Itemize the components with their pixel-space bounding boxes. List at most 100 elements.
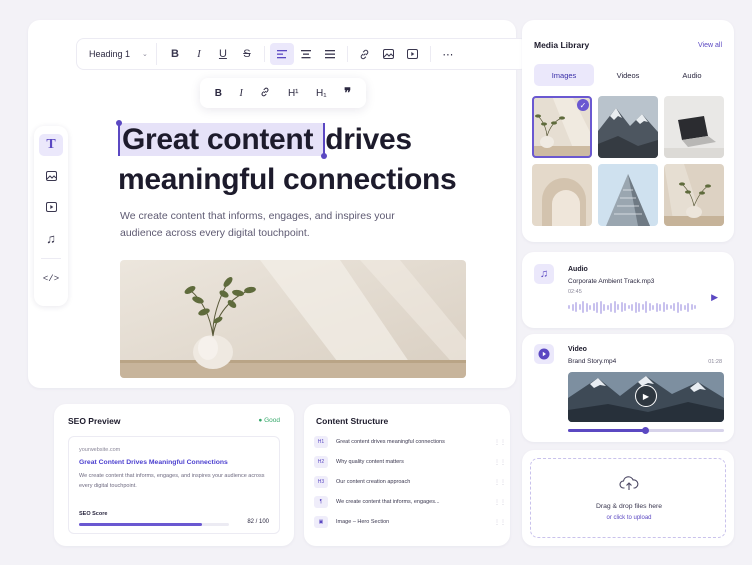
- headline-line-2: meaningful connections: [118, 163, 457, 196]
- heading-select[interactable]: Heading 1 ⌄: [83, 43, 157, 65]
- video-scrubber[interactable]: [642, 427, 649, 434]
- click-to-upload-link[interactable]: or click to upload: [531, 515, 727, 521]
- code-tool-button[interactable]: </>: [39, 268, 63, 290]
- selection-handle[interactable]: [116, 120, 122, 126]
- audio-duration: 02:45: [568, 289, 582, 295]
- waveform-bar: [596, 301, 598, 313]
- waveform-bar: [613, 301, 616, 313]
- view-all-link[interactable]: View all: [698, 42, 722, 49]
- waveform-bar: [585, 302, 588, 312]
- structure-text: Our content creation approach: [336, 479, 411, 485]
- content-structure-panel: Content Structure H1 Great content drives…: [304, 404, 510, 546]
- link-icon: [361, 49, 369, 59]
- tab-images[interactable]: Images: [534, 64, 594, 86]
- media-thumbnail-vase[interactable]: ✓: [532, 96, 592, 158]
- structure-tag: H1: [314, 436, 328, 448]
- video-title: Video: [568, 346, 587, 353]
- waveform-bar: [624, 303, 626, 311]
- structure-tag: H2: [314, 456, 328, 468]
- list-item[interactable]: H1 Great content drives meaningful connec…: [314, 432, 506, 452]
- align-right-button[interactable]: [318, 43, 342, 65]
- seo-score-label: SEO Score: [79, 511, 108, 517]
- inline-italic-button[interactable]: I: [240, 88, 243, 99]
- waveform-bar: [620, 302, 623, 312]
- strikethrough-button[interactable]: S: [235, 43, 259, 65]
- file-dropzone[interactable]: Drag & drop files here or click to uploa…: [530, 458, 726, 538]
- image-tool-button[interactable]: [39, 165, 63, 187]
- status-badge: ● Good: [258, 417, 280, 424]
- seo-score-fill: [79, 523, 202, 526]
- inline-heading-button[interactable]: H¹: [288, 88, 299, 99]
- media-thumbnail-laptop[interactable]: [664, 96, 724, 158]
- underline-button[interactable]: U: [211, 43, 235, 65]
- video-button[interactable]: [401, 43, 425, 65]
- seo-description: We create content that informs, engages,…: [79, 473, 265, 489]
- align-left-button[interactable]: [269, 43, 294, 65]
- bold-button[interactable]: B: [163, 43, 187, 65]
- content-structure-title: Content Structure: [316, 416, 389, 426]
- waveform-bar: [571, 303, 574, 311]
- page-subtext[interactable]: We create content that informs, engages,…: [120, 208, 420, 242]
- waveform-bar: [659, 303, 661, 311]
- video-play-button[interactable]: ▶: [635, 385, 657, 407]
- sidebar-divider: [41, 258, 61, 259]
- video-progress-bar[interactable]: [568, 427, 724, 434]
- audio-tool-button[interactable]: ♫: [39, 227, 63, 249]
- audio-waveform[interactable]: [568, 300, 696, 314]
- structure-tag: ¶: [314, 496, 328, 508]
- seo-preview-panel: SEO Preview ● Good yourwebsite.com Great…: [54, 404, 294, 546]
- page-headline[interactable]: Great content drives meaningful connecti…: [116, 120, 457, 200]
- structure-text: Image – Hero Section: [336, 519, 390, 525]
- selection-handle[interactable]: [321, 153, 328, 159]
- inline-heading-small-button[interactable]: H₁: [316, 88, 327, 99]
- inline-bold-button[interactable]: B: [215, 88, 222, 99]
- drag-handle-icon[interactable]: ⋮⋮: [494, 479, 506, 486]
- media-thumbnail-building[interactable]: [598, 164, 658, 226]
- text-tool-button[interactable]: T: [39, 134, 63, 156]
- play-icon[interactable]: ▶: [711, 292, 718, 303]
- drag-handle-icon[interactable]: ⋮⋮: [494, 499, 506, 506]
- inline-link-button[interactable]: [260, 87, 270, 100]
- video-thumbnail[interactable]: ▶: [568, 372, 724, 422]
- waveform-bar: [610, 302, 612, 312]
- music-note-icon: ♫: [534, 264, 554, 284]
- media-thumbnail-arch[interactable]: [532, 164, 592, 226]
- toolbar-divider: [346, 46, 348, 62]
- italic-button[interactable]: I: [187, 43, 211, 65]
- drag-handle-icon[interactable]: ⋮⋮: [494, 439, 506, 446]
- media-thumbnail-mountains[interactable]: [598, 96, 658, 158]
- drag-handle-icon[interactable]: ⋮⋮: [494, 459, 506, 466]
- tab-videos[interactable]: Videos: [598, 64, 658, 86]
- list-item[interactable]: ¶ We create content that informs, engages…: [314, 492, 506, 512]
- waveform-bar: [683, 304, 686, 310]
- seo-preview-title: SEO Preview: [68, 416, 121, 426]
- video-play-circle-icon: [534, 344, 554, 364]
- seo-link-title[interactable]: Great Content Drives Meaningful Connecti…: [79, 459, 228, 466]
- waveform-bar: [645, 301, 647, 313]
- waveform-bar: [592, 303, 595, 311]
- drag-handle-icon[interactable]: ⋮⋮: [494, 519, 506, 526]
- heading-select-value: Heading 1: [89, 49, 131, 59]
- hero-image[interactable]: [120, 260, 466, 378]
- image-button[interactable]: [377, 43, 401, 65]
- structure-text: We create content that informs, engages.…: [336, 499, 440, 505]
- video-tool-button[interactable]: [39, 196, 63, 218]
- tab-audio[interactable]: Audio: [662, 64, 722, 86]
- video-icon: [45, 202, 57, 212]
- structure-text: Why quality content matters: [336, 459, 404, 465]
- check-icon: ✓: [577, 99, 589, 111]
- inline-quote-button[interactable]: ❞: [344, 85, 351, 101]
- waveform-bar: [603, 303, 605, 311]
- waveform-bar: [627, 305, 630, 309]
- media-thumbnail-plant[interactable]: [664, 164, 724, 226]
- more-button[interactable]: ⋯: [436, 43, 460, 65]
- formatting-toolbar: Heading 1 ⌄ B I U S ⋯: [76, 38, 528, 70]
- link-button[interactable]: [353, 43, 377, 65]
- align-center-button[interactable]: [294, 43, 318, 65]
- list-item[interactable]: H3 Our content creation approach ⋮⋮: [314, 472, 506, 492]
- selected-text[interactable]: Great content: [116, 120, 328, 159]
- list-item[interactable]: H2 Why quality content matters ⋮⋮: [314, 452, 506, 472]
- list-item[interactable]: ▣ Image – Hero Section ⋮⋮: [314, 512, 506, 532]
- chevron-down-icon: ⌄: [142, 51, 148, 58]
- image-icon: [45, 171, 57, 181]
